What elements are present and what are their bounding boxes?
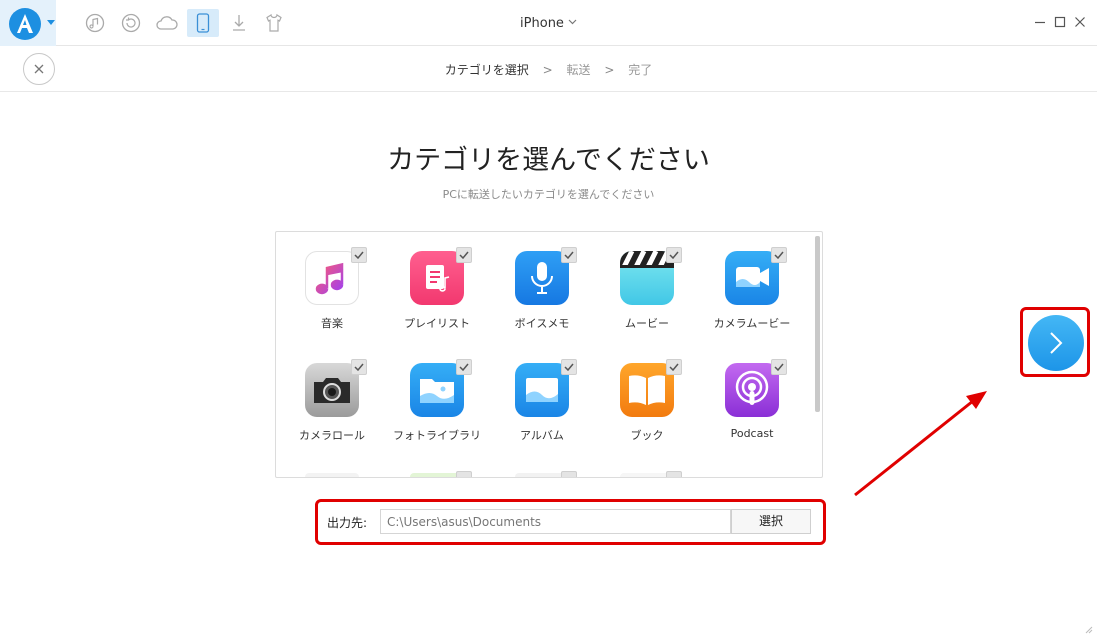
window-close-icon[interactable] (1072, 14, 1088, 30)
breadcrumb: カテゴリを選択 > 転送 > 完了 (0, 61, 1097, 78)
category-camera-roll[interactable]: カメラロール (287, 363, 377, 443)
chevron-right-icon (1050, 332, 1063, 354)
checkbox-book[interactable] (666, 359, 682, 375)
checkbox-album[interactable] (561, 359, 577, 375)
device-selector[interactable]: iPhone (0, 14, 1097, 31)
checkbox-playlist[interactable] (456, 247, 472, 263)
category-photo-library[interactable]: フォトライブラリ (392, 363, 482, 443)
step-separator: > (604, 63, 615, 77)
output-path-field[interactable]: C:\Users\asus\Documents (380, 509, 731, 534)
partial-category-icon (305, 473, 359, 477)
category-movie[interactable]: ムービー (602, 251, 692, 331)
maximize-icon[interactable] (1052, 14, 1068, 30)
checkbox-camera-roll[interactable] (351, 359, 367, 375)
category-book[interactable]: ブック (602, 363, 692, 443)
device-title-label: iPhone (520, 16, 564, 31)
category-label: Podcast (730, 427, 774, 440)
resize-grip-icon[interactable] (1083, 624, 1093, 634)
category-label: ムービー (625, 317, 669, 330)
scrollbar[interactable] (815, 236, 820, 412)
select-folder-button[interactable]: 選択 (731, 509, 811, 534)
category-label: カメラロール (299, 429, 365, 442)
next-button[interactable] (1028, 315, 1084, 371)
checkbox-partial[interactable] (456, 471, 472, 477)
page-subtitle: PCに転送したいカテゴリを選んでください (442, 188, 655, 201)
checkbox-podcast[interactable] (771, 359, 787, 375)
minimize-icon[interactable] (1032, 14, 1048, 30)
category-voice-memo[interactable]: ボイスメモ (497, 251, 587, 331)
steps-bar: カテゴリを選択 > 転送 > 完了 (0, 46, 1097, 92)
checkbox-partial[interactable] (561, 471, 577, 477)
output-label: 出力先: (327, 516, 368, 530)
category-label: カメラムービー (713, 317, 791, 330)
step-done: 完了 (628, 63, 653, 77)
checkbox-music[interactable] (351, 247, 367, 263)
checkbox-partial[interactable] (666, 471, 682, 477)
checkbox-movie[interactable] (666, 247, 682, 263)
chevron-down-icon (568, 14, 577, 29)
category-music[interactable]: 音楽 (287, 251, 377, 331)
page-title: カテゴリを選んでください (387, 145, 710, 176)
category-playlist[interactable]: プレイリスト (392, 251, 482, 331)
category-label: 音楽 (321, 317, 343, 330)
category-album[interactable]: アルバム (497, 363, 587, 443)
category-panel: 音楽 プレイリスト ボイスメモ ムービー カメラムービー カメラロール フォトラ… (275, 231, 823, 478)
checkbox-photo-library[interactable] (456, 359, 472, 375)
category-label: フォトライブラリ (393, 429, 481, 442)
step-transfer: 転送 (566, 63, 591, 77)
category-label: ブック (630, 429, 664, 442)
category-label: ボイスメモ (514, 317, 570, 330)
checkbox-voice-memo[interactable] (561, 247, 577, 263)
category-label: プレイリスト (404, 317, 470, 330)
category-camera-movie[interactable]: カメラムービー (707, 251, 797, 331)
annotation-arrow (854, 391, 987, 497)
checkbox-camera-movie[interactable] (771, 247, 787, 263)
step-separator: > (542, 63, 553, 77)
title-bar: iPhone (0, 0, 1097, 46)
category-label: アルバム (520, 429, 564, 442)
step-select-category: カテゴリを選択 (444, 63, 529, 77)
